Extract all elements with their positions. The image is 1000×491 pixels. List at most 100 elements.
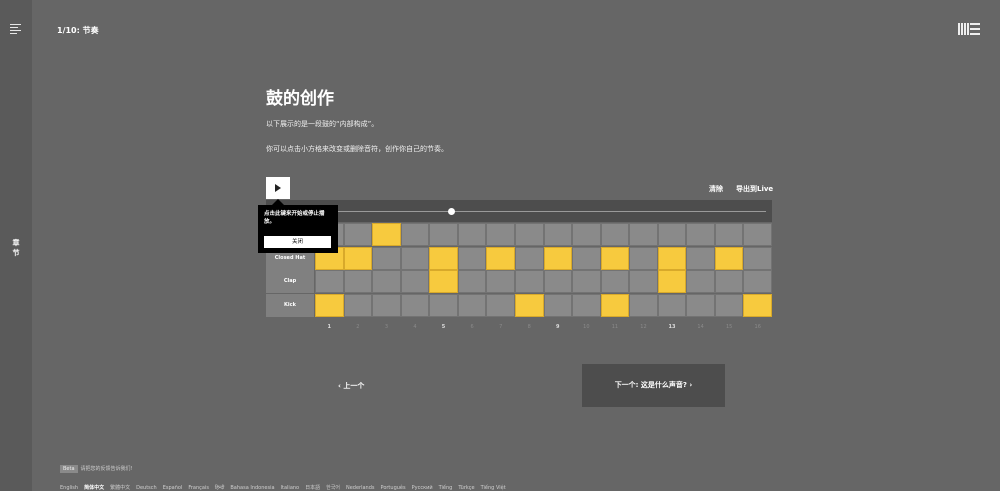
step-cell[interactable] bbox=[486, 293, 515, 317]
playhead-track[interactable] bbox=[316, 211, 766, 212]
step-cell[interactable] bbox=[457, 223, 487, 246]
step-cell[interactable] bbox=[514, 270, 544, 293]
step-cell[interactable] bbox=[486, 223, 515, 246]
language-link[interactable]: Português bbox=[380, 485, 405, 491]
step-cell[interactable] bbox=[372, 293, 401, 317]
step-cell[interactable] bbox=[457, 293, 487, 317]
step-cell[interactable] bbox=[429, 293, 458, 317]
language-link[interactable]: Tiếng bbox=[439, 485, 453, 491]
language-link[interactable]: Français bbox=[188, 485, 209, 491]
step-cell[interactable] bbox=[629, 293, 658, 317]
step-cell[interactable] bbox=[400, 270, 430, 293]
language-link[interactable]: Nederlands bbox=[346, 485, 375, 491]
step-cell[interactable] bbox=[629, 246, 658, 270]
step-cell[interactable] bbox=[486, 246, 515, 270]
language-link[interactable]: 日本語 bbox=[305, 485, 320, 491]
step-cell[interactable] bbox=[686, 223, 715, 246]
language-link[interactable]: 繁體中文 bbox=[110, 485, 130, 491]
step-cell[interactable] bbox=[543, 293, 573, 317]
step-cell[interactable] bbox=[629, 270, 658, 293]
step-cell[interactable] bbox=[714, 270, 744, 293]
step-cell[interactable] bbox=[686, 246, 715, 270]
step-number: 6 bbox=[470, 324, 474, 330]
step-cell[interactable] bbox=[572, 223, 601, 246]
language-link[interactable]: Türkçe bbox=[458, 485, 474, 491]
language-link[interactable]: English bbox=[60, 485, 78, 491]
step-cell[interactable] bbox=[400, 246, 430, 270]
step-number: 4 bbox=[413, 324, 417, 330]
sequencer-row bbox=[266, 223, 772, 247]
step-cell[interactable] bbox=[600, 246, 630, 270]
play-button[interactable] bbox=[266, 177, 290, 199]
step-cell[interactable] bbox=[486, 270, 515, 293]
clear-button[interactable]: 清除 bbox=[709, 184, 723, 194]
step-cell[interactable] bbox=[343, 246, 373, 270]
step-cell[interactable] bbox=[686, 270, 715, 293]
step-cell[interactable] bbox=[457, 246, 487, 270]
step-cell[interactable] bbox=[572, 246, 601, 270]
feedback-link[interactable]: 请把您的反馈告诉我们! bbox=[81, 466, 133, 472]
lesson-progress: 1/10: 节奏 bbox=[57, 26, 99, 35]
step-cell[interactable] bbox=[657, 223, 687, 246]
language-link[interactable]: Español bbox=[163, 485, 183, 491]
step-cell[interactable] bbox=[714, 293, 744, 317]
step-cell[interactable] bbox=[600, 223, 630, 246]
step-cell[interactable] bbox=[743, 223, 772, 246]
next-button[interactable]: 下一个: 这是什么声音? › bbox=[582, 364, 725, 407]
step-cell[interactable] bbox=[514, 223, 544, 246]
step-cell[interactable] bbox=[743, 293, 772, 317]
step-cell[interactable] bbox=[600, 293, 630, 317]
play-tooltip: 点击此键来开始或停止播放。 关闭 bbox=[258, 205, 338, 253]
step-cell[interactable] bbox=[714, 223, 744, 246]
language-link[interactable]: Deutsch bbox=[136, 485, 157, 491]
step-number: 12 bbox=[640, 324, 647, 330]
language-link[interactable]: Italiano bbox=[281, 485, 300, 491]
step-cell[interactable] bbox=[514, 246, 544, 270]
step-cell[interactable] bbox=[457, 270, 487, 293]
step-cell[interactable] bbox=[372, 246, 401, 270]
row-label: Kick bbox=[266, 293, 314, 317]
step-cell[interactable] bbox=[429, 246, 458, 270]
lesson-title: 鼓的创作 bbox=[266, 89, 334, 109]
language-link[interactable]: 简体中文 bbox=[84, 485, 104, 491]
step-cell[interactable] bbox=[372, 270, 401, 293]
language-link[interactable]: Bahasa Indonesia bbox=[230, 485, 274, 491]
step-cell[interactable] bbox=[343, 270, 373, 293]
chapters-label[interactable]: 章节 bbox=[11, 238, 21, 258]
step-cell[interactable] bbox=[743, 270, 772, 293]
step-cell[interactable] bbox=[400, 293, 430, 317]
step-cell[interactable] bbox=[629, 223, 658, 246]
step-cell[interactable] bbox=[657, 270, 687, 293]
previous-button[interactable]: ‹ 上一个 bbox=[338, 381, 364, 391]
language-link[interactable]: Tiếng Việt bbox=[481, 485, 506, 491]
export-to-live-button[interactable]: 导出到Live bbox=[736, 184, 773, 194]
step-cell[interactable] bbox=[572, 293, 601, 317]
tooltip-close-button[interactable]: 关闭 bbox=[264, 236, 331, 248]
step-number: 5 bbox=[441, 324, 446, 330]
step-cell[interactable] bbox=[372, 223, 401, 246]
step-cell[interactable] bbox=[543, 270, 573, 293]
step-cell[interactable] bbox=[514, 293, 544, 317]
step-cell[interactable] bbox=[600, 270, 630, 293]
step-cell[interactable] bbox=[543, 246, 573, 270]
step-cell[interactable] bbox=[429, 223, 458, 246]
step-cell[interactable] bbox=[572, 270, 601, 293]
step-cell[interactable] bbox=[657, 246, 687, 270]
language-link[interactable]: Русский bbox=[412, 485, 433, 491]
menu-icon[interactable] bbox=[10, 24, 21, 36]
step-cell[interactable] bbox=[343, 293, 373, 317]
language-link[interactable]: 한국어 bbox=[326, 485, 340, 491]
step-cell[interactable] bbox=[429, 270, 458, 293]
step-cell[interactable] bbox=[400, 223, 430, 246]
step-cell[interactable] bbox=[315, 270, 344, 293]
playhead-handle[interactable] bbox=[447, 208, 455, 215]
step-cell[interactable] bbox=[714, 246, 744, 270]
step-cell[interactable] bbox=[686, 293, 715, 317]
ableton-logo-icon[interactable] bbox=[958, 23, 980, 35]
step-cell[interactable] bbox=[315, 293, 344, 317]
step-cell[interactable] bbox=[743, 246, 772, 270]
step-cell[interactable] bbox=[657, 293, 687, 317]
language-link[interactable]: हिन्दी bbox=[215, 485, 224, 491]
step-cell[interactable] bbox=[543, 223, 573, 246]
step-cell[interactable] bbox=[343, 223, 373, 246]
